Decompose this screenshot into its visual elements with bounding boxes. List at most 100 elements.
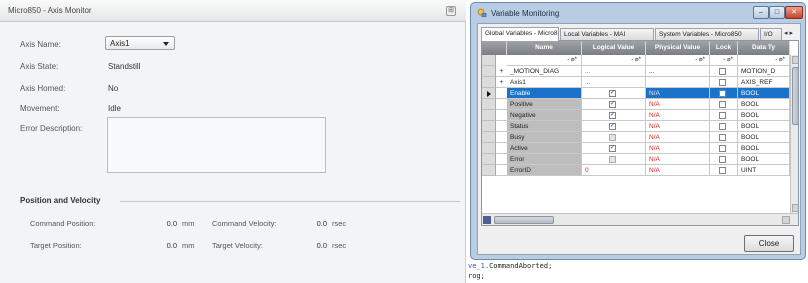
data-type-cell[interactable]: AXIS_REF xyxy=(738,77,790,88)
physical-value-cell[interactable]: N/A xyxy=(646,143,710,154)
physical-value-cell[interactable]: N/A xyxy=(646,154,710,165)
filter-type-icon[interactable]: - ⌀* xyxy=(738,55,790,66)
close-button[interactable]: Close xyxy=(744,235,794,252)
close-window-button[interactable]: ✕ xyxy=(785,6,803,19)
physical-value-cell[interactable]: N/A xyxy=(646,165,710,176)
lock-cell[interactable] xyxy=(710,154,738,165)
variable-name-cell[interactable]: Busy xyxy=(507,132,582,143)
logical-value-cell[interactable]: 0 xyxy=(582,165,646,176)
logical-value-cell[interactable]: ✓ xyxy=(582,88,646,99)
scroll-thumb[interactable] xyxy=(792,67,798,125)
physical-value-cell[interactable]: N/A xyxy=(646,110,710,121)
logical-value-cell[interactable]: ... xyxy=(582,66,646,77)
row-selector[interactable] xyxy=(482,121,496,132)
lock-cell[interactable] xyxy=(710,99,738,110)
data-type-cell[interactable]: BOOL xyxy=(738,110,790,121)
expand-icon[interactable]: + xyxy=(496,66,507,77)
data-type-cell[interactable]: BOOL xyxy=(738,88,790,99)
data-type-cell[interactable]: BOOL xyxy=(738,143,790,154)
vertical-scrollbar[interactable] xyxy=(790,55,798,213)
column-header-logical-value[interactable]: Logical Value xyxy=(582,41,646,55)
lock-checkbox[interactable] xyxy=(719,79,726,86)
scroll-left-icon[interactable] xyxy=(483,216,491,224)
table-row[interactable]: Error N/A BOOL xyxy=(482,154,798,165)
physical-value-cell[interactable]: N/A xyxy=(646,121,710,132)
tab-scroll-arrows-icon[interactable]: ◂ ▸ xyxy=(784,29,793,37)
logical-value-checkbox[interactable] xyxy=(609,156,616,163)
scroll-right-icon[interactable] xyxy=(782,216,790,224)
row-selector[interactable] xyxy=(482,132,496,143)
variable-name-cell[interactable]: Positive xyxy=(507,99,582,110)
row-selector[interactable] xyxy=(482,143,496,154)
logical-value-checkbox[interactable]: ✓ xyxy=(609,112,616,119)
lock-checkbox[interactable] xyxy=(719,101,726,108)
expand-icon[interactable]: + xyxy=(496,77,507,88)
lock-checkbox[interactable] xyxy=(719,90,726,97)
logical-value-checkbox[interactable] xyxy=(609,134,616,141)
logical-value-cell[interactable]: ✓ xyxy=(582,143,646,154)
minimize-button[interactable]: ‒ xyxy=(753,6,769,19)
logical-value-checkbox[interactable]: ✓ xyxy=(609,101,616,108)
physical-value-cell[interactable]: N/A xyxy=(646,99,710,110)
table-row[interactable]: Positive ✓ N/A BOOL xyxy=(482,99,798,110)
lock-cell[interactable] xyxy=(710,88,738,99)
row-selector[interactable] xyxy=(482,99,496,110)
row-selector[interactable] xyxy=(482,165,496,176)
scroll-up-icon[interactable] xyxy=(792,56,798,64)
logical-value-checkbox[interactable]: ✓ xyxy=(609,145,616,152)
lock-checkbox[interactable] xyxy=(719,123,726,130)
row-selector[interactable] xyxy=(482,66,496,77)
lock-checkbox[interactable] xyxy=(719,112,726,119)
table-row[interactable]: Status ✓ N/A BOOL xyxy=(482,121,798,132)
row-selector[interactable] xyxy=(482,88,496,99)
tab-global-variables[interactable]: Global Variables - Micro850 xyxy=(481,27,559,41)
filter-name-icon[interactable]: - ⌀* xyxy=(507,55,582,66)
data-type-cell[interactable]: BOOL xyxy=(738,121,790,132)
table-row[interactable]: ErrorID 0 N/A UINT xyxy=(482,165,798,176)
lock-checkbox[interactable] xyxy=(719,145,726,152)
table-row[interactable]: + Axis1... AXIS_REF xyxy=(482,77,798,88)
lock-checkbox[interactable] xyxy=(719,167,726,174)
lock-checkbox[interactable] xyxy=(719,156,726,163)
variable-name-cell[interactable]: Axis1 xyxy=(507,77,582,88)
horizontal-scrollbar[interactable] xyxy=(482,213,798,225)
column-header-lock[interactable]: Lock xyxy=(710,41,738,55)
pin-icon[interactable]: ⊞ xyxy=(446,6,456,16)
variable-name-cell[interactable]: _MOTION_DIAG xyxy=(507,66,582,77)
table-row[interactable]: Active ✓ N/A BOOL xyxy=(482,143,798,154)
variable-name-cell[interactable]: Negative xyxy=(507,110,582,121)
axis-name-dropdown[interactable]: Axis1 xyxy=(105,36,175,50)
logical-value-cell[interactable]: ✓ xyxy=(582,99,646,110)
data-type-cell[interactable]: UINT xyxy=(738,165,790,176)
lock-cell[interactable] xyxy=(710,165,738,176)
physical-value-cell[interactable] xyxy=(646,77,710,88)
logical-value-cell[interactable]: ... xyxy=(582,77,646,88)
lock-cell[interactable] xyxy=(710,66,738,77)
lock-checkbox[interactable] xyxy=(719,134,726,141)
row-selector[interactable] xyxy=(482,110,496,121)
physical-value-cell[interactable]: N/A xyxy=(646,88,710,99)
row-selector[interactable] xyxy=(482,77,496,88)
data-type-cell[interactable]: BOOL xyxy=(738,99,790,110)
column-header-data-type[interactable]: Data Ty xyxy=(738,41,790,55)
scroll-down-icon[interactable] xyxy=(792,204,798,212)
lock-cell[interactable] xyxy=(710,110,738,121)
physical-value-cell[interactable]: N/A xyxy=(646,132,710,143)
physical-value-cell[interactable]: ... xyxy=(646,66,710,77)
filter-logical-icon[interactable]: - ⌀* xyxy=(582,55,646,66)
data-type-cell[interactable]: MOTION_D xyxy=(738,66,790,77)
table-row[interactable]: Enable ✓ N/A BOOL xyxy=(482,88,798,99)
code-editor[interactable]: ve_1.CommandAborted; rog; xyxy=(466,260,808,283)
variable-name-cell[interactable]: Status xyxy=(507,121,582,132)
column-header-physical-value[interactable]: Physical Value xyxy=(646,41,710,55)
variable-name-cell[interactable]: Enable xyxy=(507,88,582,99)
logical-value-cell[interactable] xyxy=(582,154,646,165)
filter-lock-icon[interactable]: - ⌀* xyxy=(710,55,738,66)
lock-cell[interactable] xyxy=(710,132,738,143)
maximize-button[interactable]: □ xyxy=(769,6,785,19)
variable-name-cell[interactable]: ErrorID xyxy=(507,165,582,176)
data-type-cell[interactable]: BOOL xyxy=(738,154,790,165)
lock-cell[interactable] xyxy=(710,143,738,154)
logical-value-cell[interactable] xyxy=(582,132,646,143)
filter-physical-icon[interactable]: - ⌀* xyxy=(646,55,710,66)
